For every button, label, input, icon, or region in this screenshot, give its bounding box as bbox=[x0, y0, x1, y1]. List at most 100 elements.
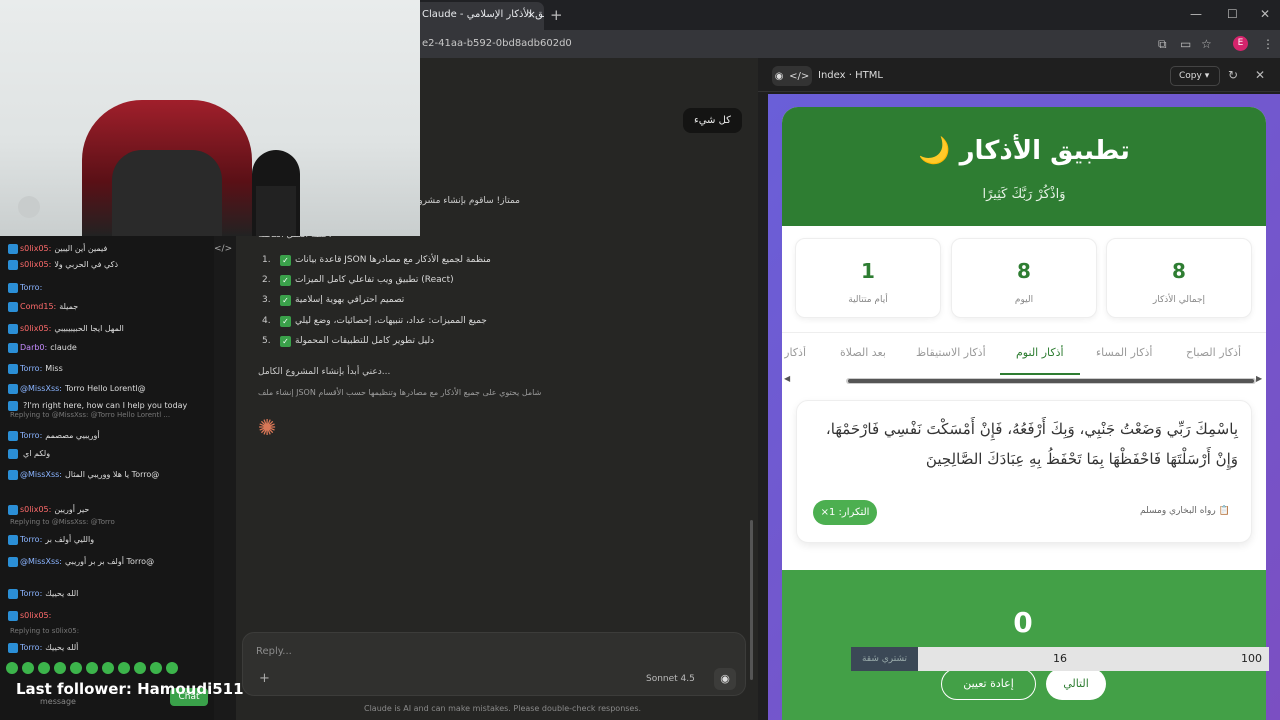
chat-scrollbar[interactable] bbox=[750, 520, 753, 680]
chat-message: @MissXss: @Torro Hello Lorentl bbox=[8, 381, 214, 396]
code-icon[interactable]: </> bbox=[789, 71, 809, 82]
minimize-icon[interactable]: — bbox=[1190, 7, 1202, 21]
microphone-base bbox=[256, 186, 296, 236]
feature-item: 2. ✓ (React) تطبيق ويب تفاعلي كامل الميزات bbox=[262, 272, 498, 288]
model-selector[interactable]: Sonnet 4.5 bbox=[646, 674, 695, 684]
chat-username[interactable]: Torro: bbox=[20, 283, 42, 292]
assistant-start-line: ...دعني أبدأ بإنشاء المشروع الكامل bbox=[258, 367, 391, 377]
scroll-left-icon[interactable]: ◀ bbox=[784, 374, 790, 383]
emote-icon[interactable] bbox=[38, 662, 50, 674]
scroll-right-icon[interactable]: ▶ bbox=[1256, 374, 1262, 383]
badge-icon bbox=[8, 469, 18, 480]
repeat-count-badge[interactable]: التكرار: 1× bbox=[813, 500, 877, 525]
tab-sleep[interactable]: أذكار النوم bbox=[1016, 346, 1064, 359]
translate-icon[interactable]: ⧉ bbox=[1158, 37, 1167, 52]
chat-username[interactable]: s0lix05: bbox=[20, 324, 51, 333]
emote-icon[interactable] bbox=[22, 662, 34, 674]
chat-text: أوريبيي مصصمم bbox=[45, 431, 100, 440]
checkmark-icon: ✓ bbox=[280, 294, 291, 306]
emote-row[interactable] bbox=[6, 662, 206, 676]
reset-button[interactable]: إعادة تعيين bbox=[941, 668, 1036, 700]
tabs-scrollbar-thumb[interactable] bbox=[848, 379, 1254, 383]
send-icon[interactable]: ◉ bbox=[714, 668, 736, 690]
feature-number: 5. bbox=[262, 336, 271, 346]
cast-icon[interactable]: ▭ bbox=[1180, 37, 1191, 51]
feature-text: منظمة لجميع الأذكار مع مصادرها JSON قاعد… bbox=[295, 255, 491, 265]
chat-username[interactable]: Torro: bbox=[20, 643, 42, 652]
checkmark-icon: ✓ bbox=[280, 315, 291, 327]
badge-icon bbox=[8, 243, 18, 254]
chat-username[interactable]: @MissXss: bbox=[20, 470, 62, 479]
tab-morning[interactable]: أذكار الصباح bbox=[1186, 346, 1241, 359]
badge-icon bbox=[8, 642, 18, 653]
chat-username[interactable]: Torro: bbox=[20, 589, 42, 598]
reply-composer[interactable] bbox=[242, 632, 746, 696]
message-input[interactable]: message bbox=[40, 697, 76, 706]
stat-value: 8 bbox=[1017, 259, 1031, 283]
bookmark-star-icon[interactable]: ☆ bbox=[1201, 37, 1212, 51]
chat-username[interactable]: s0lix05: bbox=[20, 611, 51, 620]
browser-tab[interactable]: Claude - تطبيق الأذكار الإسلامي × bbox=[412, 2, 544, 30]
close-window-icon[interactable]: ✕ bbox=[1260, 7, 1270, 21]
new-tab-button[interactable]: + bbox=[550, 6, 563, 24]
emote-icon[interactable] bbox=[70, 662, 82, 674]
feature-item: 1. ✓ منظمة لجميع الأذكار مع مصادرها JSON ق… bbox=[262, 252, 498, 268]
checkmark-icon: ✓ bbox=[280, 254, 291, 266]
badge-icon bbox=[8, 342, 18, 353]
chat-text: ولكم اي bbox=[23, 449, 51, 458]
reply-input[interactable]: Reply... bbox=[256, 646, 292, 657]
chair-back bbox=[112, 150, 222, 236]
tab-more[interactable]: أذكار bbox=[784, 346, 806, 359]
stat-value: 1 bbox=[861, 259, 875, 283]
emote-icon[interactable] bbox=[6, 662, 18, 674]
url-text[interactable]: e2-41aa-b592-0bd8adb602d0 bbox=[422, 38, 572, 49]
next-button[interactable]: التالي bbox=[1046, 668, 1106, 700]
chat-username[interactable]: Torro: bbox=[20, 364, 42, 373]
chat-text: حير أوريين bbox=[54, 505, 90, 514]
chat-username[interactable]: s0lix05: bbox=[20, 260, 51, 269]
emote-icon[interactable] bbox=[134, 662, 146, 674]
badge-icon bbox=[8, 383, 18, 394]
checkmark-icon: ✓ bbox=[280, 274, 291, 286]
overlay-label: تشتري شقة bbox=[851, 647, 918, 671]
chat-username[interactable]: s0lix05: bbox=[20, 505, 51, 514]
refresh-icon[interactable]: ↻ bbox=[1228, 68, 1238, 82]
tab-evening[interactable]: أذكار المساء bbox=[1096, 346, 1152, 359]
chat-username[interactable]: Torro: bbox=[20, 535, 42, 544]
task-status-line[interactable]: شامل يحتوي على جميع الأذكار مع مصادرها و… bbox=[258, 388, 541, 397]
checkmark-icon: ✓ bbox=[280, 335, 291, 347]
profile-avatar[interactable]: E bbox=[1233, 36, 1248, 51]
code-icon[interactable]: </> bbox=[214, 244, 232, 254]
emote-icon[interactable] bbox=[118, 662, 130, 674]
close-tab-icon[interactable]: × bbox=[527, 8, 536, 21]
close-artifact-icon[interactable]: ✕ bbox=[1255, 68, 1265, 82]
chat-username[interactable]: @MissXss: bbox=[20, 557, 62, 566]
maximize-icon[interactable]: ☐ bbox=[1227, 7, 1238, 21]
emote-icon[interactable] bbox=[166, 662, 178, 674]
feature-number: 3. bbox=[262, 295, 271, 305]
chat-message: ولكم اي bbox=[8, 446, 214, 461]
app-header bbox=[782, 107, 1266, 226]
counter-value: 0 bbox=[1013, 606, 1033, 639]
preview-eye-icon[interactable]: ◉ bbox=[775, 71, 784, 82]
chat-text: @Torro Hello Lorentl bbox=[64, 384, 146, 393]
emote-icon[interactable] bbox=[102, 662, 114, 674]
view-toggle[interactable]: ◉ </> bbox=[772, 66, 812, 86]
chat-text: جميلة bbox=[59, 302, 79, 311]
chat-text: فيمين أين اليبين bbox=[54, 244, 108, 253]
camera-icon bbox=[18, 196, 40, 218]
tab-waking[interactable]: أذكار الاستيقاظ bbox=[916, 346, 986, 359]
emote-icon[interactable] bbox=[150, 662, 162, 674]
emote-icon[interactable] bbox=[86, 662, 98, 674]
chat-username[interactable]: Darb0: bbox=[20, 343, 47, 352]
chat-text: Miss bbox=[45, 364, 63, 373]
add-attachment-button[interactable]: + bbox=[259, 671, 270, 686]
copy-button[interactable]: Copy ▾ bbox=[1170, 66, 1220, 86]
chat-username[interactable]: Comd15: bbox=[20, 302, 56, 311]
chat-username[interactable]: @MissXss: bbox=[20, 384, 62, 393]
emote-icon[interactable] bbox=[54, 662, 66, 674]
chat-username[interactable]: Torro: bbox=[20, 431, 42, 440]
browser-menu-icon[interactable]: ⋮ bbox=[1262, 37, 1274, 51]
tab-after-prayer[interactable]: بعد الصلاة bbox=[840, 346, 886, 359]
chat-username[interactable]: s0lix05: bbox=[20, 244, 51, 253]
